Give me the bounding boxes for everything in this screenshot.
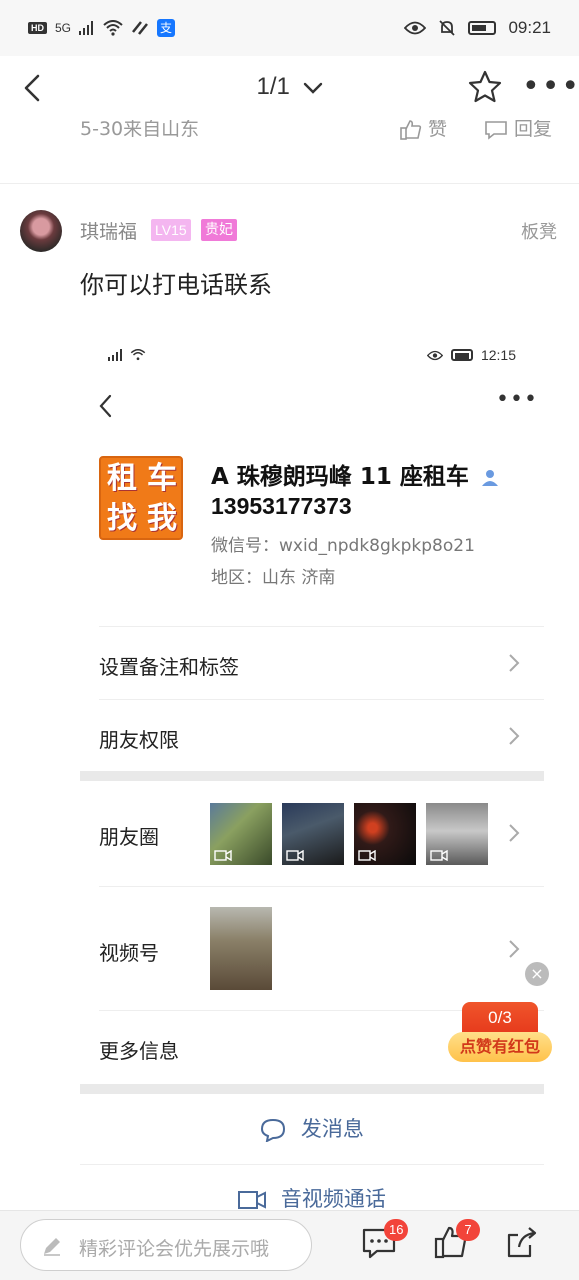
- video-camera-icon: [430, 850, 448, 861]
- chevron-right-icon: [509, 654, 520, 672]
- video-camera-icon: [238, 1191, 267, 1209]
- wifi-icon: [103, 20, 123, 36]
- chevron-down-icon: [303, 82, 322, 94]
- bottom-action-bar: 精彩评论会优先展示哦 16 7: [0, 1210, 579, 1280]
- chevron-right-icon: [509, 940, 520, 958]
- username[interactable]: 琪瑞福: [80, 217, 137, 244]
- logo-char: 租: [107, 461, 137, 496]
- comment-count-badge: 16: [384, 1219, 409, 1241]
- moments-thumbnail: [282, 803, 344, 865]
- attached-screenshot[interactable]: 12:15 ••• 租 车 找 我 A 珠穆朗玛峰 11 座租车 1395317…: [80, 333, 544, 1213]
- comment-input-placeholder: 精彩评论会优先展示哦: [79, 1238, 270, 1260]
- remark-row: 设置备注和标签: [99, 626, 544, 699]
- section-divider: [80, 1084, 544, 1094]
- comment-text: 你可以打电话联系: [80, 271, 272, 299]
- pen-icon: [44, 1238, 60, 1256]
- comment-meta: 5-30来自山东: [80, 120, 200, 140]
- channels-thumbnail: [210, 907, 272, 990]
- more-icon: •••: [496, 387, 538, 412]
- like-button[interactable]: 赞: [400, 120, 447, 141]
- contact-name-text: A 珠穆朗玛峰 11 座租车: [211, 464, 469, 490]
- logo-char: 找: [107, 501, 137, 536]
- logo-char: 我: [147, 501, 177, 536]
- screenshot-clock: 12:15: [480, 347, 516, 363]
- like-label: 赞: [428, 120, 448, 140]
- more-icon[interactable]: •••: [522, 72, 579, 102]
- channels-label: 视频号: [99, 941, 159, 965]
- eye-icon: [404, 21, 427, 35]
- hd-indicator: HD: [28, 22, 47, 34]
- moments-thumbnail: [426, 803, 488, 865]
- screenshot-status-bar: 12:15: [80, 333, 544, 377]
- signal-icon: [108, 349, 122, 361]
- video-camera-icon: [358, 850, 376, 861]
- floor-label: 板凳: [521, 222, 557, 243]
- remark-label: 设置备注和标签: [99, 655, 239, 679]
- person-icon: [481, 469, 498, 486]
- chat-bubble-icon: [261, 1118, 286, 1143]
- battery-icon: [450, 349, 473, 361]
- share-icon[interactable]: [504, 1225, 540, 1261]
- permission-label: 朋友权限: [99, 728, 179, 752]
- av-call-label: 音视频通话: [280, 1187, 386, 1211]
- red-packet-counter[interactable]: 0/3: [462, 1002, 538, 1034]
- avatar[interactable]: [20, 210, 62, 252]
- mute-bell-icon: [439, 20, 456, 36]
- av-call-button: 音视频通话: [80, 1183, 544, 1213]
- page-indicator-label: 1/1: [256, 73, 290, 100]
- chevron-right-icon: [509, 727, 520, 745]
- thumbs-up-icon: [400, 120, 422, 140]
- moments-thumbnail: [354, 803, 416, 865]
- moments-row: 朋友圈: [99, 781, 544, 886]
- previous-comment-footer: 5-30来自山东 赞 回复: [0, 120, 579, 184]
- moments-label: 朋友圈: [99, 825, 159, 849]
- more-info-label: 更多信息: [99, 1039, 179, 1063]
- nfc-icon: [132, 21, 148, 35]
- red-packet-button[interactable]: 点赞有红包: [448, 1032, 552, 1062]
- permission-row: 朋友权限: [99, 699, 544, 771]
- divider: [80, 1164, 544, 1165]
- back-arrow-icon: [99, 394, 112, 418]
- status-bar: HD 5G 支 09:21: [0, 0, 579, 56]
- contact-phone: 13953177373: [211, 493, 352, 519]
- reply-label: 回复: [514, 120, 553, 140]
- wechat-id: 微信号：wxid_npdk8gkpkp8o21: [211, 536, 475, 556]
- contact-avatar-logo: 租 车 找 我: [99, 456, 183, 540]
- clock: 09:21: [508, 18, 551, 37]
- title-badge: 贵妃: [201, 219, 237, 241]
- chevron-right-icon: [509, 824, 520, 842]
- top-nav-bar: 1/1 •••: [0, 56, 579, 120]
- send-message-button: 发消息: [80, 1113, 544, 1143]
- wifi-icon: [130, 349, 146, 361]
- video-camera-icon: [286, 850, 304, 861]
- moments-thumbnail: [210, 803, 272, 865]
- eye-icon: [426, 350, 443, 360]
- logo-char: 车: [147, 461, 177, 496]
- level-badge: LV15: [151, 219, 191, 241]
- battery-icon: [468, 21, 497, 35]
- like-count-badge: 7: [456, 1219, 480, 1241]
- close-icon[interactable]: ×: [525, 962, 549, 986]
- network-indicator: 5G: [55, 21, 72, 35]
- reply-button[interactable]: 回复: [484, 120, 552, 141]
- section-divider: [80, 771, 544, 781]
- signal-icon: [79, 21, 94, 35]
- channels-row: 视频号: [99, 886, 544, 1010]
- reply-bubble-icon: [485, 120, 507, 140]
- alipay-icon: 支: [157, 19, 176, 37]
- comment-input[interactable]: 精彩评论会优先展示哦: [20, 1219, 312, 1271]
- star-icon[interactable]: [466, 68, 504, 106]
- video-camera-icon: [214, 850, 232, 861]
- send-message-label: 发消息: [300, 1117, 364, 1141]
- region: 地区：山东 济南: [211, 568, 336, 588]
- contact-name: A 珠穆朗玛峰 11 座租车: [211, 457, 499, 491]
